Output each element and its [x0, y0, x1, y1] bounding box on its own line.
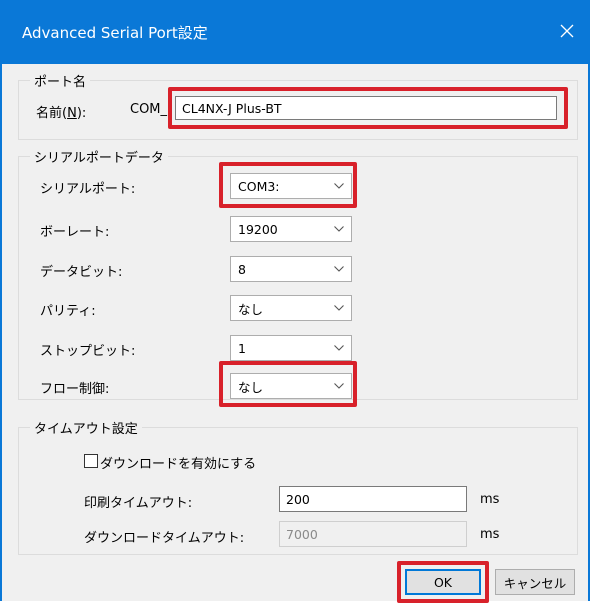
serial-port-select[interactable]: COM3: [230, 173, 352, 199]
flow-control-label: フロー制御: [40, 382, 110, 397]
baud-rate-label: ボーレート: [40, 225, 110, 240]
chevron-down-icon [327, 374, 351, 398]
close-button[interactable] [552, 14, 582, 48]
chevron-down-icon [327, 296, 351, 320]
serial-port-label: シリアルポート: [40, 182, 136, 197]
title-bar: Advanced Serial Port設定 [0, 0, 590, 64]
close-icon [560, 24, 574, 38]
stop-bits-label: ストップビット: [40, 344, 136, 359]
chevron-down-icon [327, 257, 351, 281]
download-timeout-label: ダウンロードタイムアウト: [84, 531, 245, 546]
name-label: 名前(N): [36, 106, 87, 121]
chevron-down-icon [327, 336, 351, 360]
parity-select[interactable]: なし [230, 295, 352, 321]
ok-button[interactable]: OK [405, 569, 481, 595]
port-name-input[interactable] [175, 96, 557, 120]
chevron-down-icon [327, 217, 351, 241]
data-bits-select[interactable]: 8 [230, 256, 352, 282]
baud-rate-select[interactable]: 19200 [230, 216, 352, 242]
print-timeout-unit: ms [480, 492, 500, 507]
serial-data-group-title: シリアルポートデータ [30, 147, 168, 166]
print-timeout-label: 印刷タイムアウト: [84, 496, 193, 511]
download-enable-checkbox[interactable] [84, 454, 98, 468]
print-timeout-input[interactable] [279, 486, 467, 512]
stop-bits-select[interactable]: 1 [230, 335, 352, 361]
download-timeout-unit: ms [480, 527, 500, 542]
download-timeout-input[interactable] [279, 521, 467, 547]
port-name-group-title: ポート名 [30, 71, 91, 90]
window-title: Advanced Serial Port設定 [22, 24, 208, 42]
flow-control-select[interactable]: なし [230, 373, 352, 399]
dialog-body: ポート名 名前(N): COM_ シリアルポートデータ シリアルポート: COM… [0, 64, 590, 603]
parity-label: パリティ: [40, 304, 96, 319]
chevron-down-icon [327, 174, 351, 198]
timeout-group-title: タイムアウト設定 [30, 418, 142, 437]
com-prefix: COM_ [130, 102, 168, 117]
data-bits-label: データビット: [40, 265, 123, 280]
download-enable-label[interactable]: ダウンロードを有効にする [100, 453, 256, 472]
cancel-button[interactable]: キャンセル [495, 569, 575, 595]
